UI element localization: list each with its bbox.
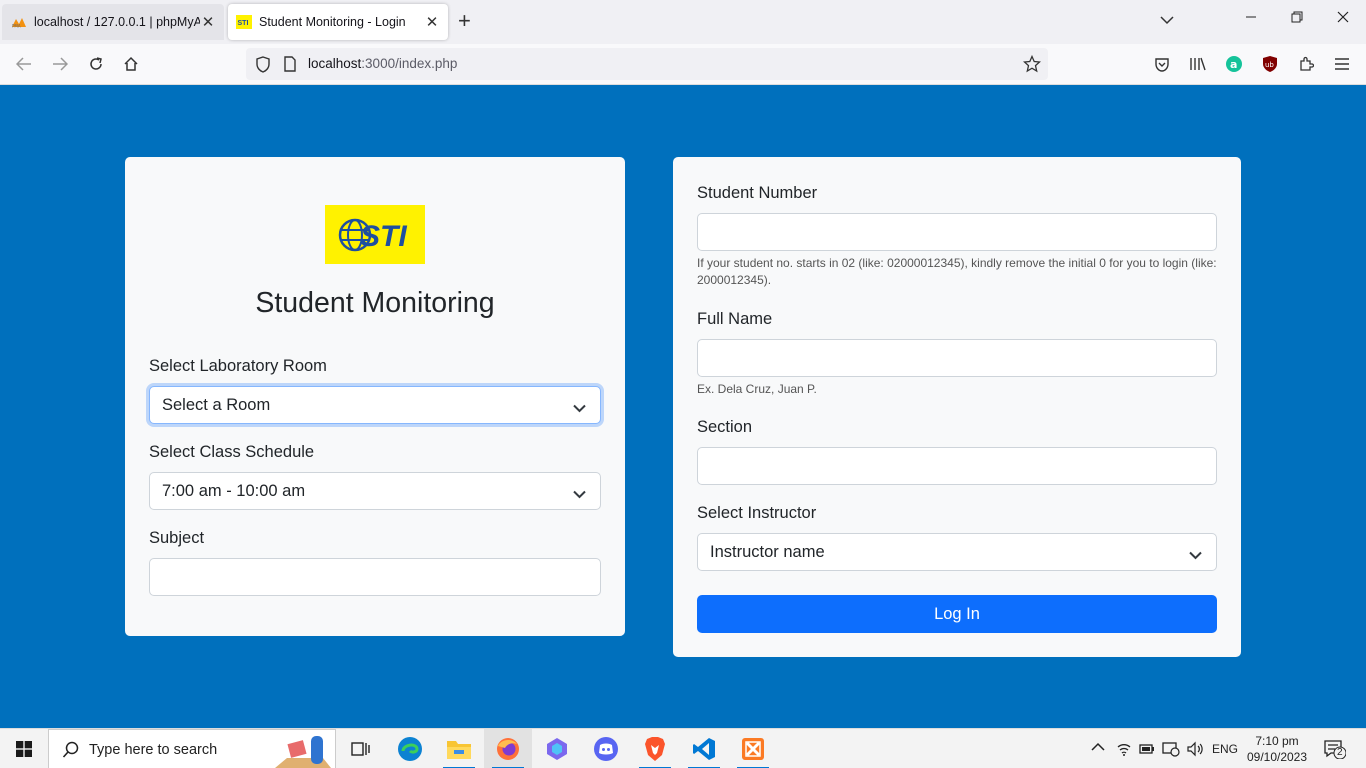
instructor-select[interactable]: Instructor name [697, 533, 1217, 571]
firefox-icon[interactable] [484, 729, 532, 768]
chevron-down-icon [573, 485, 586, 504]
notification-count-badge: 2 [1337, 747, 1343, 758]
grammarly-extension-icon[interactable]: a [1224, 54, 1244, 74]
student-number-help: If your student no. starts in 02 (like: … [697, 256, 1217, 287]
bookmark-star-icon[interactable] [1022, 54, 1042, 78]
url-text: localhost:3000/index.php [308, 56, 457, 71]
wifi-icon[interactable] [1116, 741, 1132, 760]
restore-icon[interactable] [1291, 10, 1303, 27]
phpmyadmin-icon: PMA [11, 14, 27, 30]
task-view-icon[interactable] [336, 729, 384, 768]
clock-date: 09/10/2023 [1246, 750, 1308, 764]
logo-text: STI [360, 220, 407, 253]
sti-icon: STI [236, 14, 252, 30]
search-highlight-illustration-icon [271, 732, 335, 768]
sti-logo: STI [325, 205, 425, 264]
file-explorer-icon[interactable] [435, 729, 483, 768]
schedule-label: Select Class Schedule [149, 443, 315, 461]
windows-taskbar: Type here to search ENG 7:10 pm 09/10/20… [0, 728, 1366, 768]
copilot-app-icon[interactable] [533, 729, 581, 768]
schedule-select-value: 7:00 am - 10:00 am [162, 481, 306, 500]
discord-icon[interactable] [582, 729, 630, 768]
library-icon[interactable] [1188, 54, 1208, 74]
new-tab-plus-icon[interactable]: + [458, 10, 471, 32]
search-icon [62, 741, 80, 764]
full-name-input[interactable] [697, 339, 1217, 377]
windows-start-icon[interactable] [0, 729, 48, 768]
url-path: :3000/index.php [361, 56, 458, 71]
subject-label: Subject [149, 529, 205, 547]
pocket-icon[interactable] [1152, 54, 1172, 74]
chevron-down-icon [1189, 546, 1202, 565]
student-number-label: Student Number [697, 184, 818, 202]
room-label: Select Laboratory Room [149, 357, 327, 375]
browser-nav-bar: localhost:3000/index.php a ub [0, 44, 1366, 85]
extensions-puzzle-icon[interactable] [1296, 54, 1316, 74]
browser-tab-bar: PMA localhost / 127.0.0.1 | phpMyAdmin ✕… [0, 0, 1366, 44]
tab-student-monitoring[interactable]: STI Student Monitoring - Login ✕ [228, 4, 448, 40]
reload-icon[interactable] [86, 54, 106, 74]
battery-icon[interactable] [1139, 741, 1155, 760]
close-tab-icon[interactable]: ✕ [200, 13, 216, 31]
brave-browser-icon[interactable] [631, 729, 679, 768]
section-input[interactable] [697, 447, 1217, 485]
search-placeholder: Type here to search [89, 742, 218, 758]
instructor-label: Select Instructor [697, 504, 817, 522]
show-hidden-icons-chevron-icon[interactable] [1091, 741, 1105, 755]
tab-phpmyadmin[interactable]: PMA localhost / 127.0.0.1 | phpMyAdmin ✕ [2, 4, 224, 40]
page-title: Student Monitoring [255, 287, 495, 319]
tab-title: Student Monitoring - Login [259, 15, 406, 29]
page-info-icon[interactable] [283, 56, 297, 77]
volume-speaker-icon[interactable] [1186, 741, 1204, 760]
url-host: localhost [308, 56, 362, 71]
tracking-protection-shield-icon[interactable] [255, 56, 271, 78]
room-select[interactable]: Select a Room [149, 386, 601, 424]
section-label: Section [697, 418, 753, 436]
network-globe-icon[interactable] [1162, 741, 1180, 760]
login-card: Student Number If your student no. start… [673, 157, 1241, 657]
notification-center-icon[interactable]: 2 [1324, 739, 1347, 760]
svg-text:PMA: PMA [12, 24, 21, 29]
menu-hamburger-icon[interactable] [1332, 54, 1352, 74]
taskbar-clock[interactable]: 7:10 pm 09/10/2023 [1241, 733, 1313, 765]
back-arrow-icon[interactable] [14, 54, 34, 74]
login-button[interactable]: Log In [697, 595, 1217, 633]
room-select-value: Select a Room [162, 395, 271, 414]
list-all-tabs-icon[interactable] [1160, 12, 1174, 30]
student-number-input[interactable] [697, 213, 1217, 251]
ublock-origin-icon[interactable]: ub [1260, 54, 1280, 74]
input-language-indicator[interactable]: ENG [1212, 742, 1238, 756]
svg-text:ub: ub [1265, 61, 1274, 69]
taskbar-search-box[interactable]: Type here to search [48, 729, 336, 768]
svg-text:a: a [1230, 58, 1237, 71]
chevron-down-icon [573, 399, 586, 418]
schedule-select[interactable]: 7:00 am - 10:00 am [149, 472, 601, 510]
room-selection-card: STI Student Monitoring Select Laboratory… [125, 157, 625, 636]
address-bar[interactable]: localhost:3000/index.php [246, 48, 1048, 80]
subject-input[interactable] [149, 558, 601, 596]
vscode-icon[interactable] [680, 729, 728, 768]
close-window-icon[interactable] [1337, 10, 1349, 27]
instructor-select-value: Instructor name [710, 542, 825, 561]
minimize-icon[interactable] [1245, 10, 1257, 27]
forward-arrow-icon[interactable] [50, 54, 70, 74]
edge-browser-icon[interactable] [386, 729, 434, 768]
full-name-help: Ex. Dela Cruz, Juan P. [697, 382, 817, 396]
xampp-icon[interactable] [729, 729, 777, 768]
home-icon[interactable] [121, 54, 141, 74]
svg-text:STI: STI [238, 20, 249, 27]
full-name-label: Full Name [697, 310, 773, 328]
tab-title: localhost / 127.0.0.1 | phpMyAdmin [34, 15, 200, 29]
close-tab-icon[interactable]: ✕ [424, 13, 440, 31]
clock-time: 7:10 pm [1255, 734, 1299, 748]
